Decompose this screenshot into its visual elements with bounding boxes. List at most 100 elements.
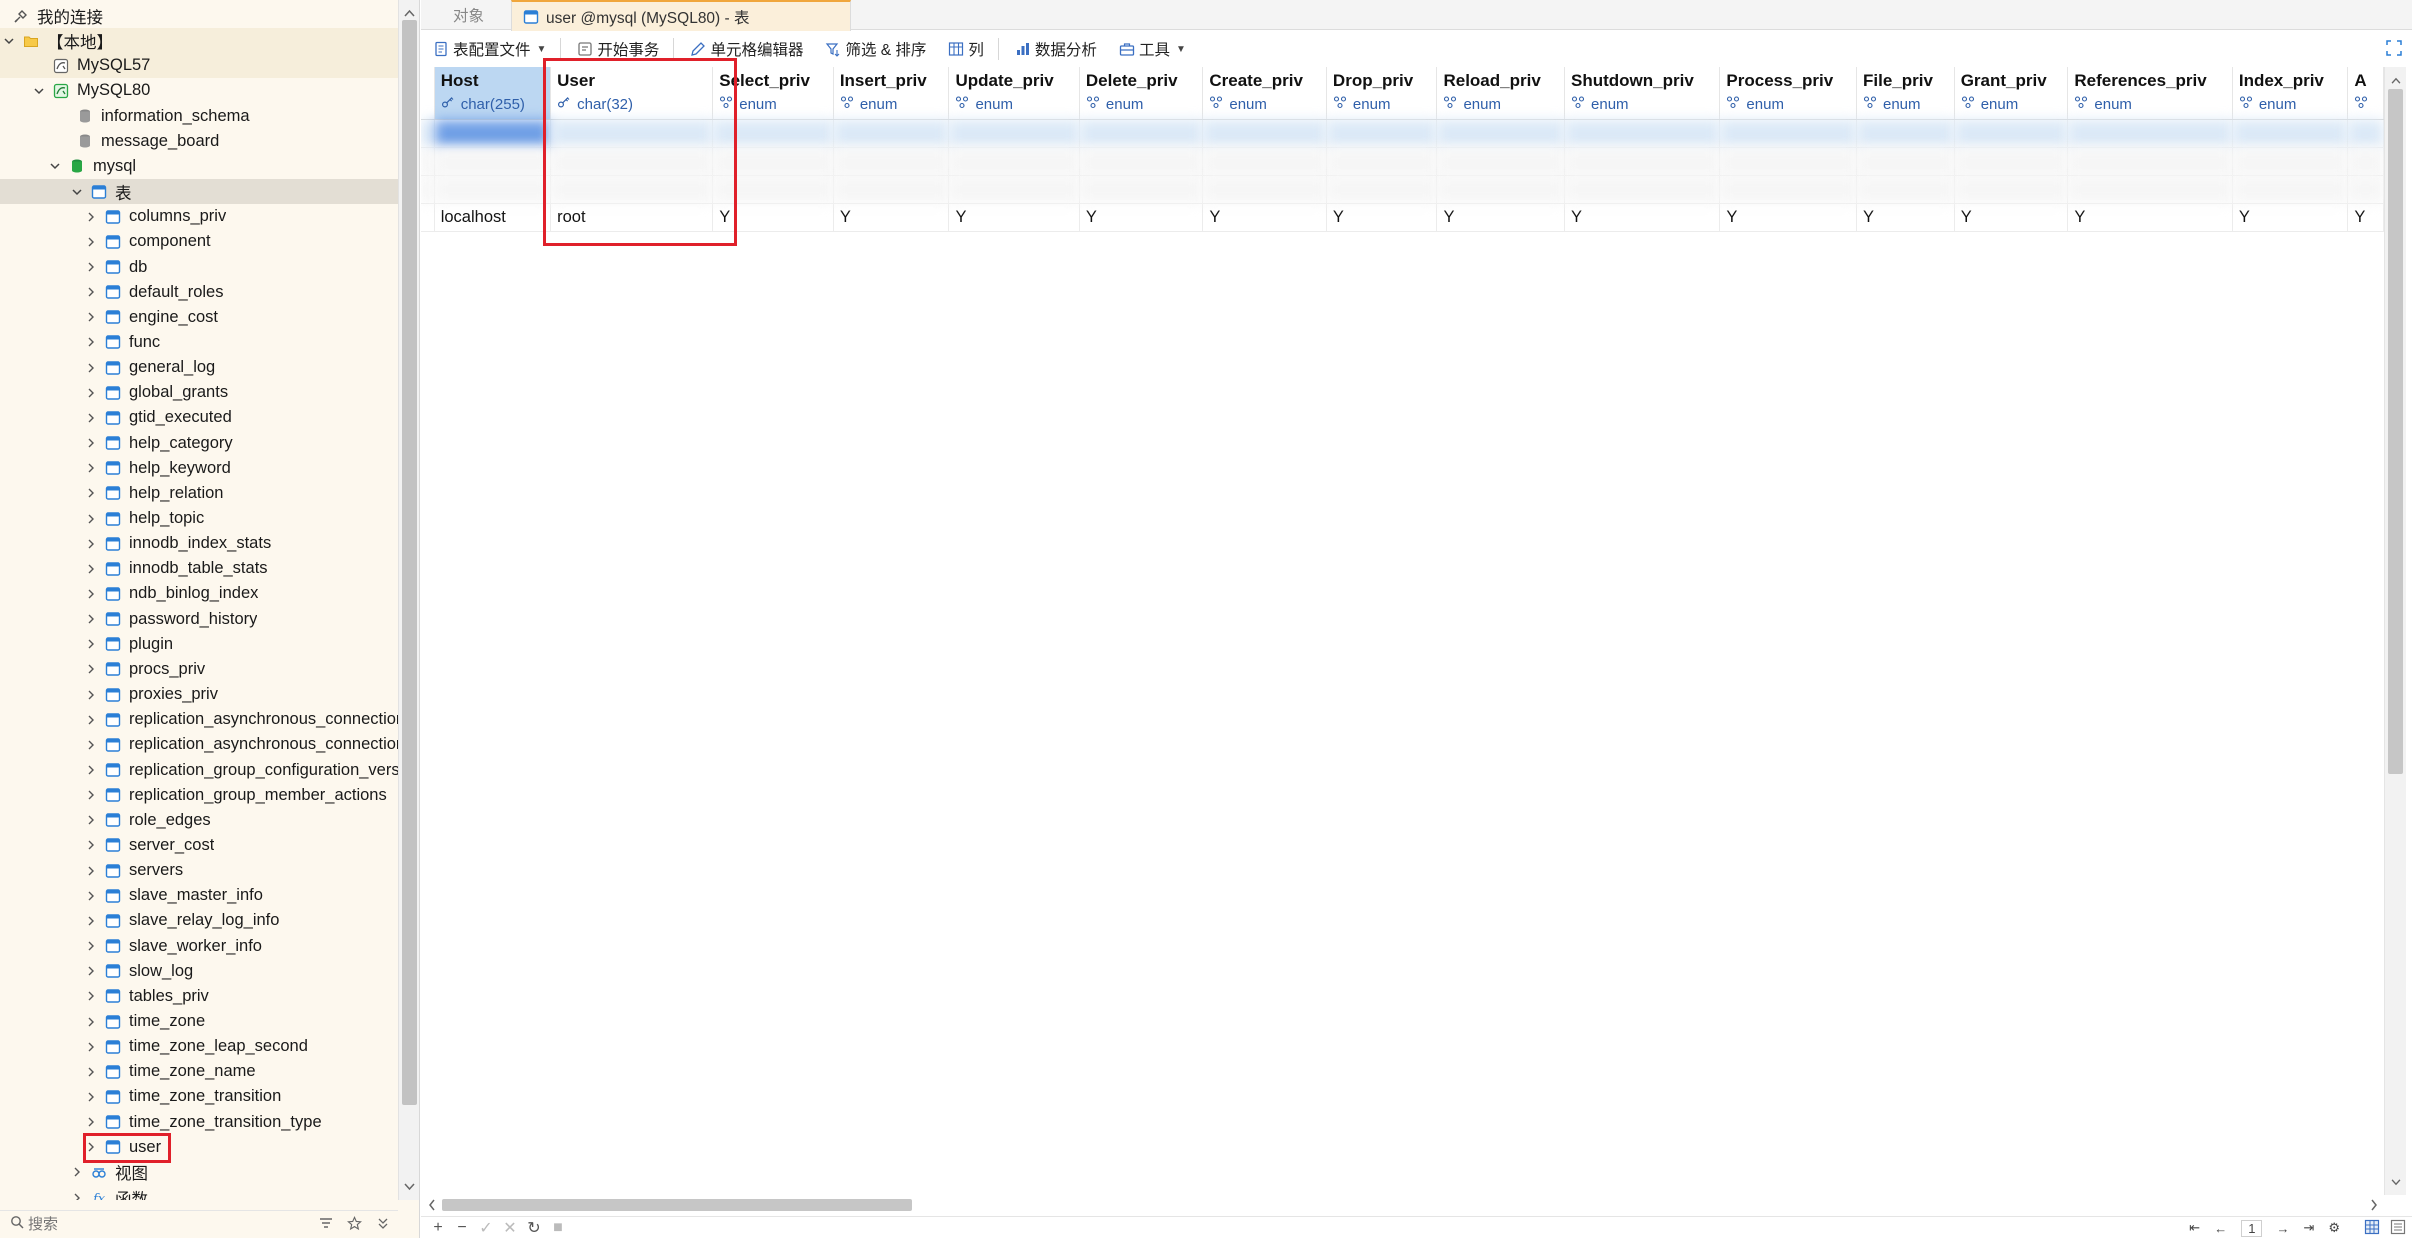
add-record-icon[interactable]: + <box>431 1219 445 1237</box>
table-cell-redacted[interactable] <box>833 175 950 204</box>
tree-table-server-cost[interactable]: server_cost <box>0 833 398 858</box>
chevron-right-icon[interactable] <box>84 512 98 526</box>
chevron-right-icon[interactable] <box>70 1165 84 1179</box>
table-cell-redacted[interactable] <box>2232 175 2349 204</box>
table-cell-redacted[interactable] <box>434 119 552 148</box>
tools-button[interactable]: 工具 ▼ <box>1117 34 1188 64</box>
table-cell-redacted[interactable] <box>2232 119 2349 148</box>
tree-table-servers[interactable]: servers <box>0 858 398 883</box>
chevron-right-icon[interactable] <box>84 1115 98 1129</box>
chevron-right-icon[interactable] <box>70 1191 84 1200</box>
table-cell-redacted[interactable] <box>1079 119 1204 148</box>
tree-table-time-zone[interactable]: time_zone <box>0 1009 398 1034</box>
column-header-file-priv[interactable]: File_priv enum <box>1856 67 1955 120</box>
table-cell-redacted[interactable] <box>1079 147 1204 176</box>
tree-table-innodb-table-stats[interactable]: innodb_table_stats <box>0 556 398 581</box>
chevron-down-icon[interactable] <box>48 159 62 173</box>
tree-table-global-grants[interactable]: global_grants <box>0 380 398 405</box>
tree-table-tables-priv[interactable]: tables_priv <box>0 984 398 1009</box>
grid-horizontal-scroll-thumb[interactable] <box>442 1199 912 1211</box>
tree-table-plugin[interactable]: plugin <box>0 632 398 657</box>
tree-table-slave-worker-info[interactable]: slave_worker_info <box>0 934 398 959</box>
table-cell-redacted[interactable] <box>2347 147 2384 176</box>
cell-editor-button[interactable]: 单元格编辑器 <box>688 34 805 64</box>
tree-table-replication-group-member-actions[interactable]: replication_group_member_actions <box>0 783 398 808</box>
table-cell-shutdown-priv[interactable]: Y <box>1564 203 1721 232</box>
tree-table-default-roles[interactable]: default_roles <box>0 280 398 305</box>
chevron-right-icon[interactable] <box>84 537 98 551</box>
row-header[interactable] <box>421 203 435 232</box>
grid-vertical-scroll-thumb[interactable] <box>2388 89 2403 774</box>
table-cell-redacted[interactable] <box>948 147 1080 176</box>
nav-scrollbar-thumb[interactable] <box>402 20 417 1105</box>
tree-node-mysql57[interactable]: MySQL57 <box>0 53 398 79</box>
tree-table-help-keyword[interactable]: help_keyword <box>0 456 398 481</box>
chevron-right-icon[interactable] <box>84 235 98 249</box>
column-header-host[interactable]: Host char(255) <box>434 67 552 120</box>
tree-table-gtid-executed[interactable]: gtid_executed <box>0 405 398 430</box>
chevron-down-icon[interactable] <box>2 34 16 48</box>
refresh-icon[interactable]: ↻ <box>527 1218 541 1238</box>
table-cell-drop-priv[interactable]: Y <box>1326 203 1438 232</box>
discard-changes-icon[interactable]: ✕ <box>503 1218 517 1238</box>
nav-scrollbar[interactable] <box>398 0 419 1200</box>
table-cell-redacted[interactable] <box>1436 119 1566 148</box>
row-header[interactable] <box>421 119 435 148</box>
table-cell-select-priv[interactable]: Y <box>712 203 834 232</box>
filter-list-icon[interactable] <box>319 1216 333 1236</box>
scroll-down-icon[interactable] <box>2391 1173 2401 1191</box>
table-cell-redacted[interactable] <box>550 175 714 204</box>
tree-table-time-zone-leap-second[interactable]: time_zone_leap_second <box>0 1034 398 1059</box>
table-cell-redacted[interactable] <box>948 175 1080 204</box>
chevron-down-icon[interactable] <box>70 185 84 199</box>
chevron-right-icon[interactable] <box>84 310 98 324</box>
collapse-all-icon[interactable] <box>376 1216 390 1236</box>
last-page-icon[interactable]: ⇥ <box>2303 1220 2314 1236</box>
table-row-redacted[interactable] <box>421 119 2384 148</box>
table-cell-delete-priv[interactable]: Y <box>1079 203 1204 232</box>
row-header[interactable] <box>421 175 435 204</box>
favorite-star-icon[interactable] <box>347 1216 362 1236</box>
tree-table-replication-group-configuration-version[interactable]: replication_group_configuration_version <box>0 758 398 783</box>
data-analysis-button[interactable]: 数据分析 <box>1013 34 1099 64</box>
tree-table-procs-priv[interactable]: procs_priv <box>0 657 398 682</box>
table-cell-redacted[interactable] <box>1202 147 1327 176</box>
first-page-icon[interactable]: ⇤ <box>2189 1220 2200 1236</box>
tree-table-engine-cost[interactable]: engine_cost <box>0 305 398 330</box>
table-cell-process-priv[interactable]: Y <box>1719 203 1857 232</box>
tree-table-slow-log[interactable]: slow_log <box>0 959 398 984</box>
table-cell-redacted[interactable] <box>2067 175 2233 204</box>
tree-table-help-relation[interactable]: help_relation <box>0 481 398 506</box>
table-cell-user[interactable]: root <box>550 203 714 232</box>
table-cell-redacted[interactable] <box>550 147 714 176</box>
chevron-right-icon[interactable] <box>84 738 98 752</box>
table-cell-redacted[interactable] <box>712 147 834 176</box>
table-cell-references-priv[interactable]: Y <box>2067 203 2233 232</box>
tree-table-component[interactable]: component <box>0 229 398 254</box>
column-header-index-priv[interactable]: Index_priv enum <box>2232 67 2349 120</box>
tree-table-general-log[interactable]: general_log <box>0 355 398 380</box>
table-cell-update-priv[interactable]: Y <box>948 203 1080 232</box>
chevron-right-icon[interactable] <box>84 637 98 651</box>
table-cell-redacted[interactable] <box>434 147 552 176</box>
table-cell-redacted[interactable] <box>1202 119 1327 148</box>
column-header-reload-priv[interactable]: Reload_priv enum <box>1436 67 1566 120</box>
apply-changes-icon[interactable]: ✓ <box>479 1218 493 1238</box>
table-cell-redacted[interactable] <box>1202 175 1327 204</box>
column-header-a[interactable]: A <box>2347 67 2384 120</box>
chevron-right-icon[interactable] <box>84 612 98 626</box>
chevron-right-icon[interactable] <box>84 1015 98 1029</box>
stop-icon[interactable]: ■ <box>551 1219 565 1237</box>
table-profile-button[interactable]: 表配置文件 ▼ <box>431 34 548 64</box>
table-cell-redacted[interactable] <box>2067 147 2233 176</box>
chevron-right-icon[interactable] <box>84 260 98 274</box>
table-cell-redacted[interactable] <box>2232 147 2349 176</box>
table-cell-redacted[interactable] <box>1856 175 1955 204</box>
table-cell-redacted[interactable] <box>1719 147 1857 176</box>
table-cell-redacted[interactable] <box>1326 175 1438 204</box>
tree-table-db[interactable]: db <box>0 255 398 280</box>
table-cell-redacted[interactable] <box>1856 147 1955 176</box>
table-cell-grant-priv[interactable]: Y <box>1954 203 2069 232</box>
chevron-right-icon[interactable] <box>84 788 98 802</box>
tree-table-time-zone-transition-type[interactable]: time_zone_transition_type <box>0 1110 398 1135</box>
